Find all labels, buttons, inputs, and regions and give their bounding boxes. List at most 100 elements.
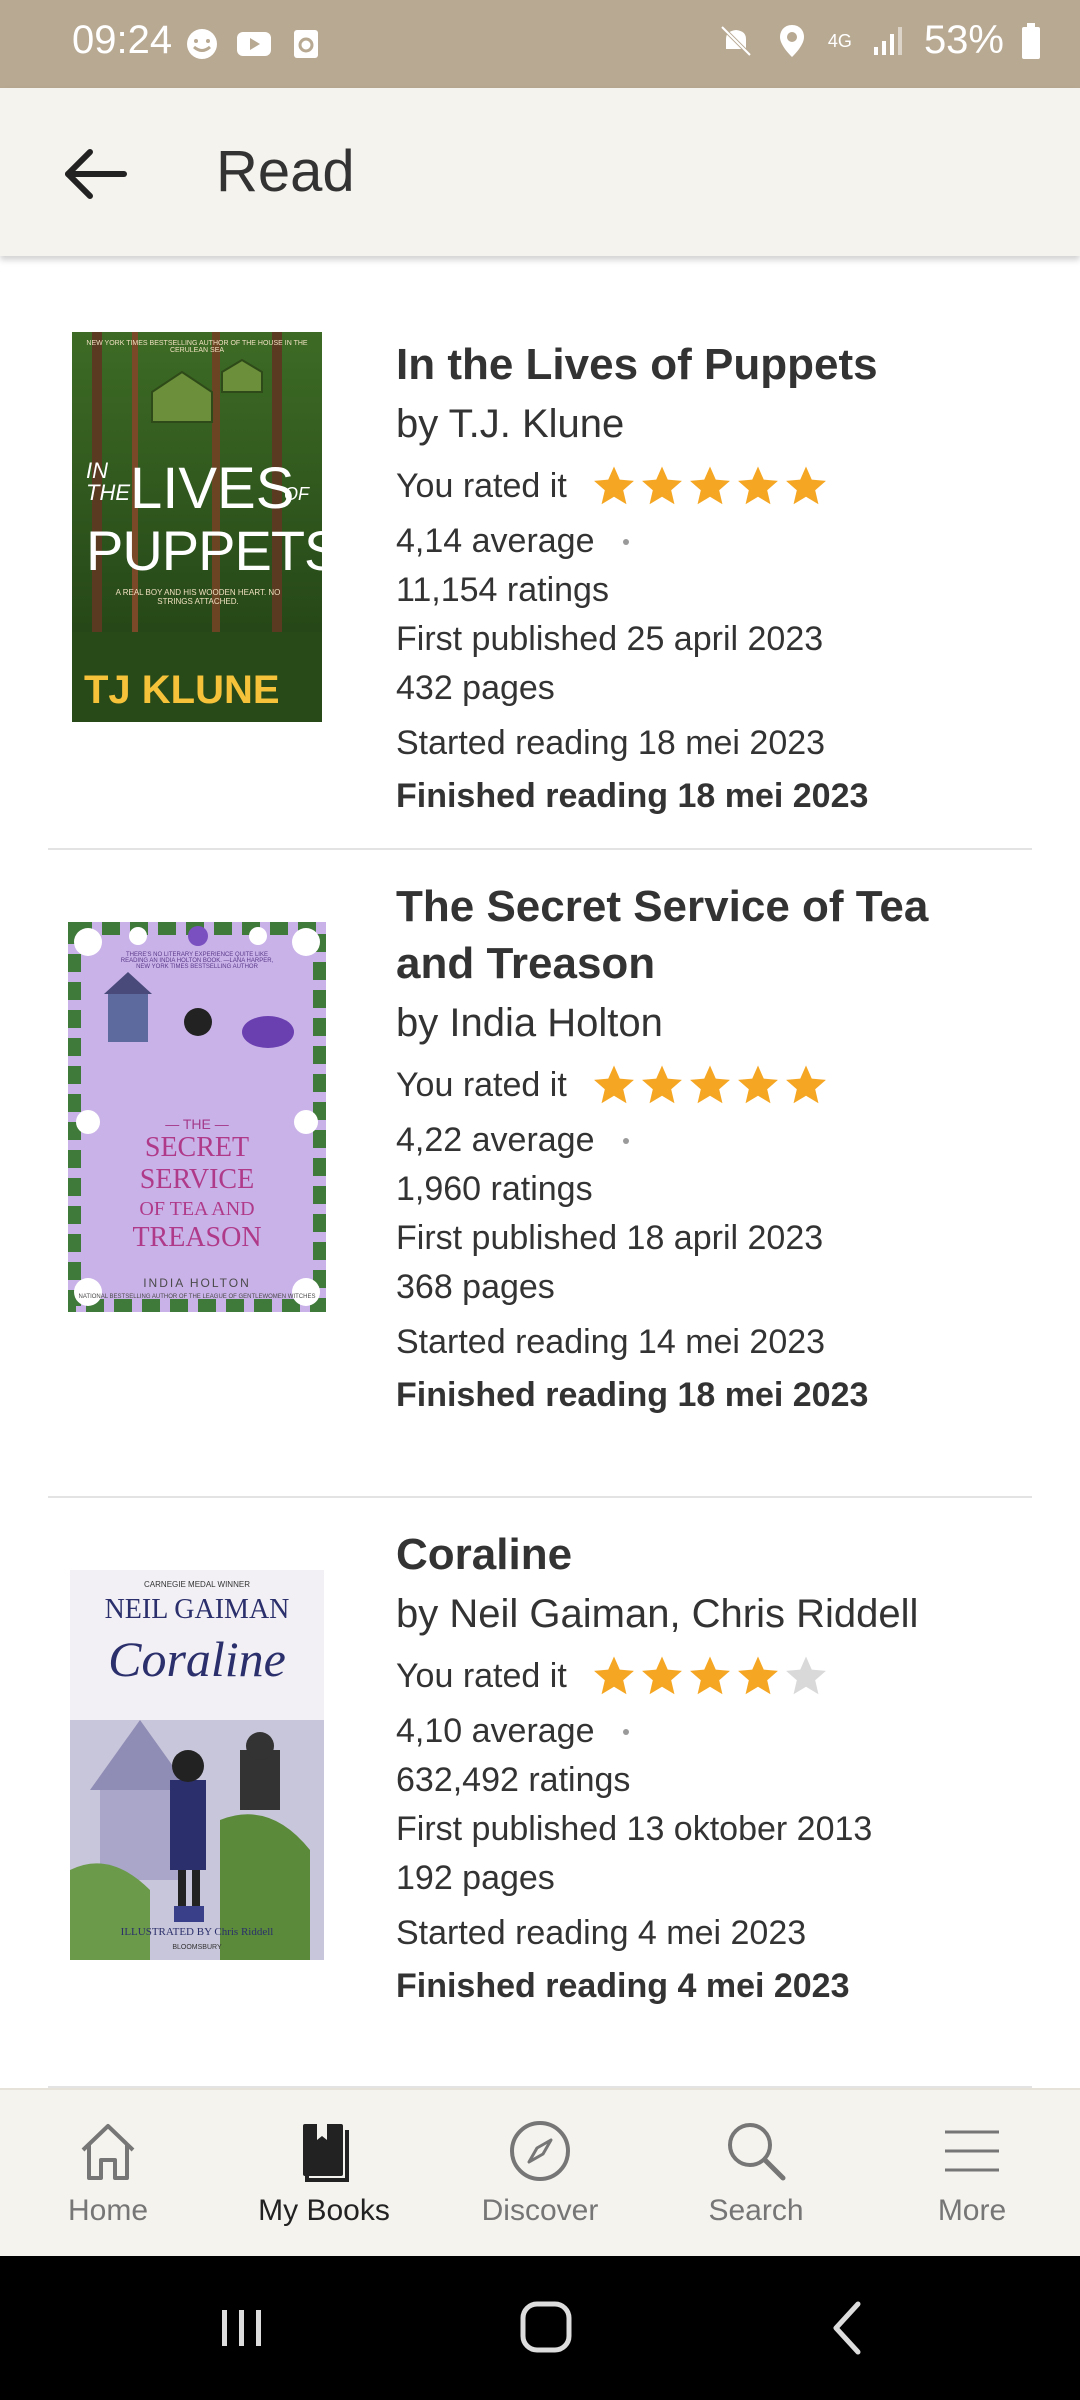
cover-tagline: A REAL BOY AND HIS WOODEN HEART. NO STRI… xyxy=(115,588,281,606)
star-filled-icon[interactable] xyxy=(639,1653,685,1699)
separator-dot xyxy=(622,538,629,545)
book-title[interactable]: The Secret Service of Tea and Treason xyxy=(396,878,1016,992)
star-filled-icon[interactable] xyxy=(687,1062,733,1108)
nav-my-books[interactable]: My Books xyxy=(216,2090,432,2258)
cover-quote: THERE'S NO LITERARY EXPERIENCE QUITE LIK… xyxy=(120,952,274,970)
page-count: 368 pages xyxy=(396,1268,555,1306)
star-filled-icon[interactable] xyxy=(639,463,685,509)
user-rating: You rated it xyxy=(396,455,1016,517)
cover-title-of: OF xyxy=(284,484,309,504)
rating-stars[interactable] xyxy=(591,463,829,509)
ratings-count: 11,154 ratings xyxy=(396,571,609,609)
book-row[interactable]: CARNEGIE MEDAL WINNER NEIL GAIMAN Corali… xyxy=(48,1498,1032,2088)
finished-reading: Finished reading 4 mei 2023 xyxy=(396,1967,850,2005)
back-arrow-icon[interactable] xyxy=(54,138,138,210)
first-published: First published 13 oktober 2013 xyxy=(396,1810,873,1848)
location-icon xyxy=(779,24,804,57)
started-reading: Started reading 14 mei 2023 xyxy=(396,1323,826,1361)
star-filled-icon[interactable] xyxy=(735,1653,781,1699)
user-rating: You rated it xyxy=(396,1645,1016,1707)
app-bar: Read xyxy=(0,88,1080,256)
mute-icon xyxy=(720,25,752,56)
signal-icon xyxy=(873,26,902,55)
book-info: The Secret Service of Tea and Treason by… xyxy=(396,878,1016,1423)
star-filled-icon[interactable] xyxy=(783,1062,829,1108)
book-cover-image[interactable]: NEW YORK TIMES BESTSELLING AUTHOR OF THE… xyxy=(72,332,322,722)
cover-author: TJ KLUNE xyxy=(84,668,280,712)
star-filled-icon[interactable] xyxy=(591,1653,637,1699)
book-cover-image[interactable]: CARNEGIE MEDAL WINNER NEIL GAIMAN Corali… xyxy=(70,1570,324,1960)
book-title[interactable]: In the Lives of Puppets xyxy=(396,336,1016,393)
star-filled-icon[interactable] xyxy=(639,1062,685,1108)
started-reading: Started reading 4 mei 2023 xyxy=(396,1914,807,1952)
finished-reading: Finished reading 18 mei 2023 xyxy=(396,777,869,815)
finished-reading: Finished reading 18 mei 2023 xyxy=(396,1376,869,1414)
rated-label: You rated it xyxy=(396,1065,567,1104)
home-icon xyxy=(81,2124,135,2180)
book-list[interactable]: NEW YORK TIMES BESTSELLING AUTHOR OF THE… xyxy=(0,258,1080,2088)
search-icon xyxy=(728,2123,786,2181)
first-published: First published 18 april 2023 xyxy=(396,1219,824,1257)
rating-stars[interactable] xyxy=(591,1653,829,1699)
book-row[interactable]: NEW YORK TIMES BESTSELLING AUTHOR OF THE… xyxy=(48,258,1032,850)
rating-stars[interactable] xyxy=(591,1062,829,1108)
rated-label: You rated it xyxy=(396,466,567,505)
home-button-icon[interactable] xyxy=(505,2292,585,2364)
separator-dot xyxy=(622,1728,629,1735)
page-count: 432 pages xyxy=(396,669,555,707)
network-type: 4G xyxy=(827,30,852,51)
system-back-icon[interactable] xyxy=(808,2292,888,2364)
first-published: First published 25 april 2023 xyxy=(396,620,824,658)
nav-home[interactable]: Home xyxy=(0,2090,216,2258)
average-rating: 4,22 average xyxy=(396,1121,595,1159)
nav-label: Home xyxy=(67,2194,149,2227)
cover-line4: TREASON xyxy=(132,1222,262,1253)
star-filled-icon[interactable] xyxy=(591,1062,637,1108)
cover-illustrator: ILLUSTRATED BY Chris Riddell xyxy=(120,1926,274,1938)
page-title: Read xyxy=(216,139,355,204)
star-filled-icon[interactable] xyxy=(687,1653,733,1699)
nav-label: Discover xyxy=(481,2194,599,2227)
cover-line3: OF TEA AND xyxy=(139,1198,255,1220)
book-title[interactable]: Coraline xyxy=(396,1526,1016,1583)
book-author[interactable]: by T.J. Klune xyxy=(396,393,1016,455)
star-filled-icon[interactable] xyxy=(735,1062,781,1108)
youtube-notification-icon xyxy=(237,32,271,56)
book-cover-image[interactable]: THERE'S NO LITERARY EXPERIENCE QUITE LIK… xyxy=(68,922,326,1312)
cover-the: — THE — xyxy=(165,1116,229,1132)
cover-bottom-text: NATIONAL BESTSELLING AUTHOR OF THE LEAGU… xyxy=(78,1294,316,1300)
cover-author: NEIL GAIMAN xyxy=(104,1594,290,1625)
bottom-navigation: Home My Books Discover Search More xyxy=(0,2088,1080,2258)
page-count: 192 pages xyxy=(396,1859,555,1897)
cover-house-art xyxy=(70,1720,324,1960)
cover-publisher: BLOOMSBURY xyxy=(172,1944,222,1951)
cover-medal-text: CARNEGIE MEDAL WINNER xyxy=(144,1580,250,1589)
star-filled-icon[interactable] xyxy=(687,463,733,509)
nav-label: My Books xyxy=(258,2194,390,2227)
recent-apps-icon[interactable] xyxy=(202,2292,282,2364)
status-time: 09:24 xyxy=(72,18,173,62)
cover-line1: SECRET xyxy=(144,1132,250,1163)
ratings-count: 1,960 ratings xyxy=(396,1170,593,1208)
book-author[interactable]: by India Holton xyxy=(396,992,1016,1054)
book-author[interactable]: by Neil Gaiman, Chris Riddell xyxy=(396,1583,1016,1645)
star-filled-icon[interactable] xyxy=(735,463,781,509)
star-filled-icon[interactable] xyxy=(591,463,637,509)
menu-icon xyxy=(945,2130,999,2172)
book-icon xyxy=(303,2124,349,2182)
star-empty-icon[interactable] xyxy=(783,1653,829,1699)
cover-line2: SERVICE xyxy=(139,1164,255,1195)
book-info: Coraline by Neil Gaiman, Chris Riddell Y… xyxy=(396,1526,1016,2014)
book-row[interactable]: THERE'S NO LITERARY EXPERIENCE QUITE LIK… xyxy=(48,850,1032,1498)
nav-search[interactable]: Search xyxy=(648,2090,864,2258)
smiley-notification-icon xyxy=(187,29,217,59)
separator-dot xyxy=(622,1137,629,1144)
rated-label: You rated it xyxy=(396,1656,567,1695)
ratings-count: 632,492 ratings xyxy=(396,1761,631,1799)
battery-icon xyxy=(1022,22,1040,59)
book-info: In the Lives of Puppets by T.J. Klune Yo… xyxy=(396,336,1016,824)
star-filled-icon[interactable] xyxy=(783,463,829,509)
nav-discover[interactable]: Discover xyxy=(432,2090,648,2258)
cover-author: INDIA HOLTON xyxy=(143,1276,251,1290)
nav-more[interactable]: More xyxy=(864,2090,1080,2258)
